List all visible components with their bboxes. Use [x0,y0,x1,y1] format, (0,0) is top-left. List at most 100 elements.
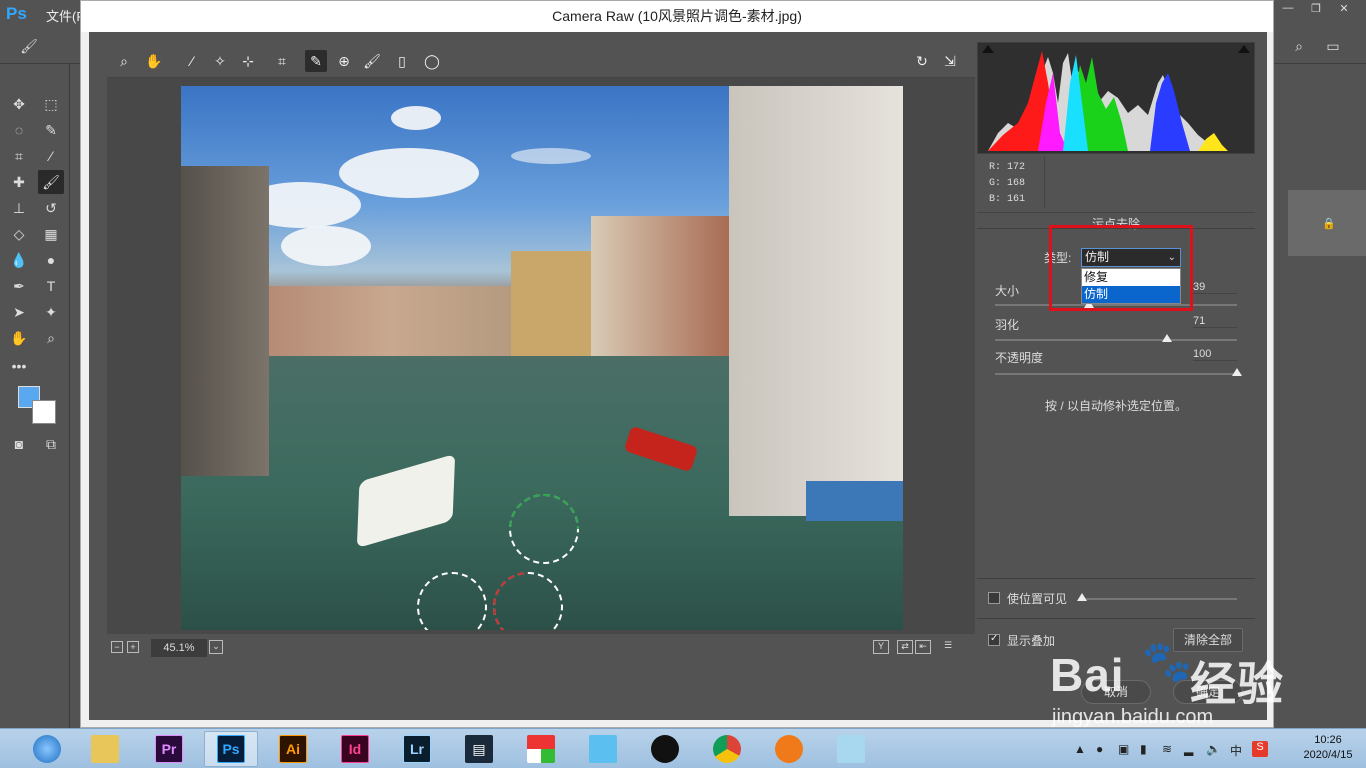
crop-tool-icon[interactable]: ⌗ [6,144,32,168]
camera-raw-body: ⌕ ✋ ⁄ ✧ ⊹ ⌗ ✎ ⊕ 🖌 ▯ ◯ ↻ ⇲ − + 45.1% ⌄ Y … [89,32,1267,720]
feather-label: 羽化 [995,318,1020,332]
clock[interactable]: 10:26 2020/4/15 [1296,733,1360,763]
taskbar-photoshop[interactable]: Ps [204,731,258,767]
start-button[interactable] [20,731,74,767]
graduated-filter-icon[interactable]: ▯ [391,50,413,72]
type-tool-icon[interactable]: T [38,274,64,298]
color-sampler-icon[interactable]: ✧ [209,50,231,72]
stamp-tool-icon[interactable]: ⊥ [6,196,32,220]
quick-select-icon[interactable]: ✎ [38,118,64,142]
tray-expand-icon[interactable]: ▲ [1074,742,1088,756]
red-value: R: 172 [989,162,1026,173]
highlight-clip-icon[interactable] [1238,45,1250,53]
zoom-level[interactable]: 45.1% [151,639,207,657]
opacity-value[interactable]: 100 [1193,348,1237,361]
visualize-slider[interactable] [1079,598,1237,600]
blur-tool-icon[interactable]: 💧 [6,248,32,272]
spot-target-circle[interactable] [509,494,579,564]
history-brush-icon[interactable]: ↺ [38,196,64,220]
visualize-slider-thumb[interactable] [1077,593,1087,601]
image-preview[interactable] [107,78,975,634]
more-tools-icon[interactable]: ••• [6,354,32,378]
tray-sogou-icon[interactable]: S [1252,741,1268,757]
before-after-icon[interactable]: Y [873,640,889,654]
zoom-dropdown-icon[interactable]: ⌄ [209,640,223,654]
tray-volume-icon[interactable]: 🔈 [1206,742,1221,756]
target-adjust-icon[interactable]: ⊹ [237,50,259,72]
taskbar-app-orange[interactable] [762,731,816,767]
crop-icon[interactable]: ⌗ [271,50,293,72]
opacity-slider[interactable] [995,373,1237,375]
move-tool-icon[interactable]: ✥ [6,92,32,116]
tray-ime[interactable]: 中 [1230,742,1244,758]
photoshop-icon: Ps [217,735,245,763]
taskbar-app-note[interactable] [824,731,878,767]
pen-tool-icon[interactable]: ✒ [6,274,32,298]
tray-wifi-icon[interactable]: ≋ [1162,742,1176,756]
zoom-icon[interactable]: ⌕ [113,50,135,72]
preview-settings-icon[interactable]: ☰ [939,640,957,654]
restore-icon[interactable]: ❐ [1306,2,1326,16]
red-eye-icon[interactable]: ⊕ [333,50,355,72]
size-value[interactable]: 39 [1193,281,1237,294]
show-overlay-checkbox[interactable] [988,633,1000,646]
taskbar-app-chat[interactable] [576,731,630,767]
shape-tool-icon[interactable]: ✦ [38,300,64,324]
quick-mask-icon[interactable]: ◙ [6,432,32,456]
taskbar-illustrator[interactable]: Ai [266,731,320,767]
taskbar-video[interactable]: ▤ [452,731,506,767]
taskbar-indesign[interactable]: Id [328,731,382,767]
feather-value[interactable]: 71 [1193,315,1237,328]
gradient-tool-icon[interactable]: ▦ [38,222,64,246]
shadow-clip-icon[interactable] [982,45,994,53]
fullscreen-icon[interactable]: ⇲ [939,50,961,72]
hand-icon[interactable]: ✋ [143,50,165,72]
taskbar-qq[interactable] [638,731,692,767]
rotate-icon[interactable]: ↻ [911,50,933,72]
hand-tool-icon[interactable]: ✋ [6,326,32,350]
baidu-watermark: Bai 🐾 经验 jingyan.baidu.com [1050,624,1310,734]
feather-slider-thumb[interactable] [1161,334,1172,342]
white-balance-icon[interactable]: ⁄ [181,50,203,72]
watermark-brand-2: 经验 [1190,658,1284,710]
adjust-brush-icon[interactable]: 🖌 [361,50,383,72]
taskbar-lightroom[interactable]: Lr [390,731,444,767]
indesign-icon: Id [341,735,369,763]
umbrella-icon [527,735,555,763]
tray-network-icon[interactable]: ▣ [1118,742,1132,756]
healing-tool-icon[interactable]: ✚ [6,170,32,194]
copy-settings-icon[interactable]: ⇤ [915,640,931,654]
taskbar-app-umbrella[interactable] [514,731,568,767]
zoom-in-button[interactable]: + [127,641,139,653]
radial-filter-icon[interactable]: ◯ [421,50,443,72]
eraser-tool-icon[interactable]: ◇ [6,222,32,246]
tray-signal-icon[interactable]: ▂ [1184,742,1198,756]
taskbar-chrome[interactable] [700,731,754,767]
path-select-icon[interactable]: ➤ [6,300,32,324]
swap-icon[interactable]: ⇄ [897,640,913,654]
feather-slider[interactable] [995,339,1237,341]
taskbar-explorer[interactable] [78,731,132,767]
background-color-swatch[interactable] [32,400,56,424]
eyedropper-tool-icon[interactable]: ⁄ [38,144,64,168]
marquee-tool-icon[interactable]: ⬚ [38,92,64,116]
workspace-icon[interactable]: ▭ [1320,34,1346,58]
taskbar-premiere[interactable]: Pr [142,731,196,767]
dodge-tool-icon[interactable]: ● [38,248,64,272]
illustrator-icon: Ai [279,735,307,763]
close-icon[interactable]: ✕ [1334,2,1354,16]
minimize-icon[interactable]: — [1278,2,1298,16]
visualize-spots-checkbox[interactable] [988,592,1000,604]
tray-battery-icon[interactable]: ▮ [1140,742,1154,756]
search-icon[interactable]: ⌕ [1286,34,1312,58]
opacity-slider-thumb[interactable] [1232,368,1242,376]
spot-removal-icon[interactable]: ✎ [305,50,327,72]
zoom-tool-icon[interactable]: ⌕ [38,326,64,350]
brush-tool-icon[interactable]: 🖌 [38,170,64,194]
lasso-tool-icon[interactable]: ◌ [6,118,32,142]
screen-mode-icon[interactable]: ⧉ [38,432,64,456]
photo-canal[interactable] [181,86,903,630]
tray-qq-icon[interactable]: ● [1096,742,1110,756]
zoom-out-button[interactable]: − [111,641,123,653]
brush-preset-icon[interactable]: 🖌 [16,34,42,58]
